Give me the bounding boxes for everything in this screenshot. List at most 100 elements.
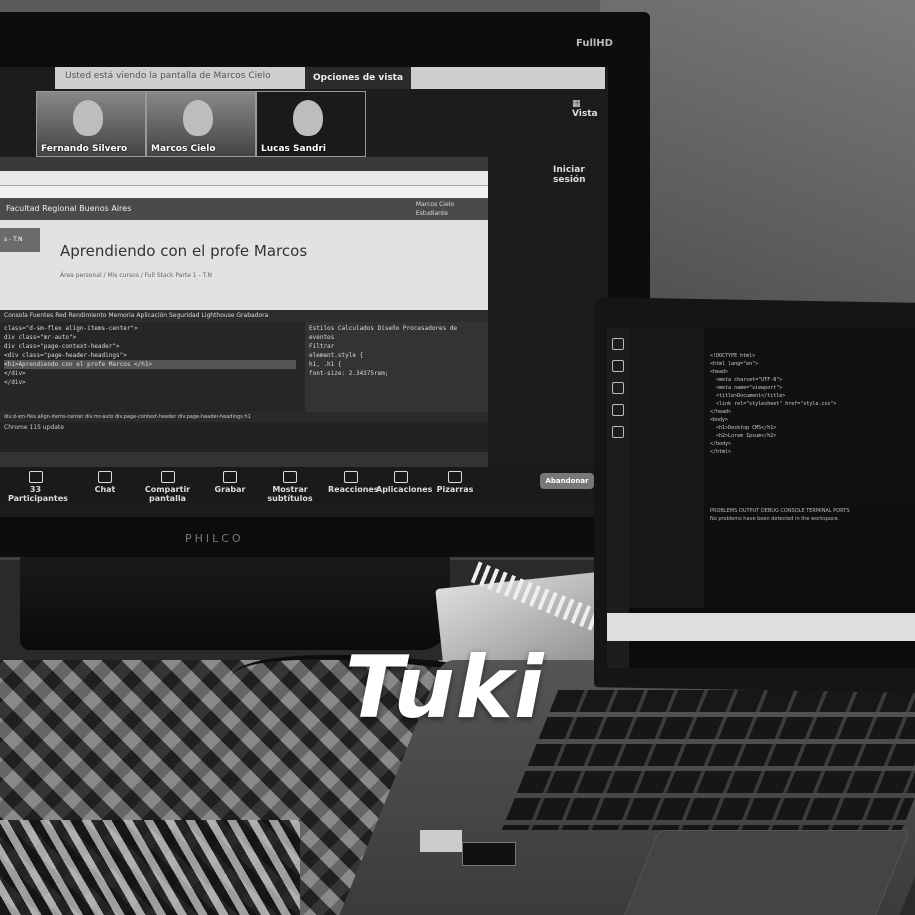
participant-name: Marcos Cielo xyxy=(151,144,216,154)
search-icon[interactable] xyxy=(612,360,624,372)
dom-line[interactable]: div class="mr-auto"> xyxy=(4,333,296,342)
site-name[interactable]: Facultad Regional Buenos Aires xyxy=(6,204,131,213)
shared-browser-window: Facultad Regional Buenos Aires Marcos Ci… xyxy=(0,157,488,457)
devtools-panel: class="d-sm-flex align-items-center"> di… xyxy=(0,322,488,412)
site-header: Facultad Regional Buenos Aires Marcos Ci… xyxy=(0,198,488,220)
whiteboards-button[interactable]: Pizarras xyxy=(435,471,475,494)
laptop-keyboard xyxy=(501,690,915,830)
monitor: FullHD Usted está viendo la pantalla de … xyxy=(0,12,650,557)
photo-scene: FullHD Usted está viendo la pantalla de … xyxy=(0,0,915,915)
terminal-panel[interactable]: PROBLEMS OUTPUT DEBUG CONSOLE TERMINAL P… xyxy=(704,503,915,608)
view-options-button[interactable]: Opciones de vista xyxy=(305,67,412,89)
remote-taskbar xyxy=(0,452,488,468)
participant-face xyxy=(73,100,103,136)
code-line: <meta charset="UTF-8"> xyxy=(710,377,783,383)
monitor-screen: Usted está viendo la pantalla de Marcos … xyxy=(0,67,608,517)
participant-tile[interactable]: Fernando Silvero xyxy=(36,91,146,157)
code-editor[interactable]: <!DOCTYPE html> <html lang="en"> <head> <m… xyxy=(704,328,915,528)
dom-line[interactable]: div class="page-context-header"> xyxy=(4,342,296,351)
browser-bookmarks-bar[interactable] xyxy=(0,186,488,198)
terminal-line: No problems have been detected in the wo… xyxy=(710,516,840,522)
laptop-sticker xyxy=(420,830,462,852)
user-name: Marcos Cielo xyxy=(415,201,454,208)
apps-label: Aplicaciones xyxy=(376,485,433,494)
explorer-icon[interactable] xyxy=(612,338,624,350)
share-banner-text: Usted está viendo la pantalla de Marcos … xyxy=(65,71,271,81)
participant-tile[interactable]: Marcos Cielo xyxy=(146,91,256,157)
participant-tile[interactable]: Lucas Sandri xyxy=(256,91,366,157)
patterned-cloth-corner xyxy=(0,820,300,915)
code-line: <title>Document</title> xyxy=(710,393,786,399)
breadcrumb[interactable]: Área personal / Mis cursos / Full Stack … xyxy=(60,272,212,279)
extensions-icon[interactable] xyxy=(612,426,624,438)
leave-meeting-button[interactable]: Abandonar xyxy=(540,473,594,489)
user-menu[interactable]: Marcos Cielo Estudiante xyxy=(416,200,454,218)
zoom-toolbar: 33 Participantes Chat Compartir pantalla… xyxy=(0,467,608,503)
participants-label: Participantes xyxy=(8,494,68,503)
console-label: Chrome 115 update xyxy=(4,424,64,431)
dom-breadcrumb[interactable]: div.d-sm-flex.align-items-center div.mr-… xyxy=(0,412,488,422)
dom-line[interactable]: class="d-sm-flex align-items-center"> xyxy=(4,324,296,333)
laptop-screen: <!DOCTYPE html> <html lang="en"> <head> <m… xyxy=(607,328,915,668)
dom-line-selected[interactable]: <h1>Aprendiendo con el profe Marcos </h1… xyxy=(4,360,296,369)
participant-face xyxy=(183,100,213,136)
browser-tab-bar[interactable] xyxy=(0,157,488,171)
view-button-label: Vista xyxy=(572,109,598,119)
participant-name: Fernando Silvero xyxy=(41,144,128,154)
reactions-button[interactable]: Reacciones xyxy=(328,471,379,494)
site-body: s - T.N Aprendiendo con el profe Marcos … xyxy=(0,220,488,310)
record-label: Grabar xyxy=(214,485,246,494)
dom-line[interactable]: <div class="page-header-headings"> xyxy=(4,351,296,360)
code-line: <h2>Lorem Ipsum</h2> xyxy=(710,433,777,439)
monitor-fullhd-badge: FullHD xyxy=(576,38,613,49)
whiteboard-icon xyxy=(448,471,462,483)
record-icon xyxy=(223,471,237,483)
terminal-tabs[interactable]: PROBLEMS OUTPUT DEBUG CONSOLE TERMINAL P… xyxy=(710,507,909,515)
chat-button[interactable]: Chat xyxy=(85,471,125,494)
element-style-rule: element.style { xyxy=(309,352,364,359)
record-button[interactable]: Grabar xyxy=(210,471,250,494)
chat-icon xyxy=(98,471,112,483)
participants-button[interactable]: 33 Participantes xyxy=(8,471,68,503)
styles-filter[interactable]: Filtrar xyxy=(309,342,484,351)
apps-button[interactable]: Aplicaciones xyxy=(376,471,432,494)
h1-rule: h1, .h1 { xyxy=(309,361,342,368)
run-debug-icon[interactable] xyxy=(612,404,624,416)
user-role: Estudiante xyxy=(415,210,448,217)
styles-tabs[interactable]: Estilos Calculados Diseño Procesadores d… xyxy=(309,324,484,342)
code-line: </html> xyxy=(710,449,732,455)
dom-tree[interactable]: class="d-sm-flex align-items-center"> di… xyxy=(0,322,300,412)
course-side-tab[interactable]: s - T.N xyxy=(0,228,40,252)
zoom-share-banner: Usted está viendo la pantalla de Marcos … xyxy=(55,67,605,89)
source-control-icon[interactable] xyxy=(612,382,624,394)
view-button[interactable]: ▦ Vista xyxy=(572,99,608,119)
captions-button[interactable]: Mostrar subtítulos xyxy=(255,471,325,503)
code-line: <html lang="en"> xyxy=(710,361,759,367)
chat-label: Chat xyxy=(94,485,116,494)
devtools-tabs[interactable]: Consola Fuentes Red Rendimiento Memoria … xyxy=(0,310,488,322)
share-screen-label: Compartir pantalla xyxy=(144,485,191,503)
laptop-trackpad xyxy=(621,830,911,915)
reactions-label: Reacciones xyxy=(328,485,379,494)
windows-taskbar[interactable] xyxy=(607,613,915,641)
whiteboards-label: Pizarras xyxy=(436,485,474,494)
dom-line[interactable]: </div> xyxy=(4,369,296,378)
participants-count: 33 xyxy=(29,485,42,494)
styles-pane: Estilos Calculados Diseño Procesadores d… xyxy=(305,322,488,412)
dom-line[interactable]: </div> xyxy=(4,378,296,387)
participant-tiles: Fernando Silvero Marcos Cielo Lucas Sand… xyxy=(36,91,366,157)
apps-icon xyxy=(394,471,408,483)
code-line: <!DOCTYPE html> xyxy=(710,353,756,359)
captions-label: Mostrar subtítulos xyxy=(267,485,313,503)
file-explorer[interactable] xyxy=(629,328,704,608)
h1-rule-prop: font-size: 2.34375rem; xyxy=(309,370,389,377)
participant-name: Lucas Sandri xyxy=(261,144,326,154)
share-screen-button[interactable]: Compartir pantalla xyxy=(130,471,205,503)
login-link[interactable]: Iniciar sesión xyxy=(553,165,608,185)
code-line: <meta name="viewport"> xyxy=(710,385,783,391)
code-line: </head> xyxy=(710,409,732,415)
browser-url-bar[interactable] xyxy=(0,171,488,186)
captions-icon xyxy=(283,471,297,483)
caption-text: Tuki xyxy=(345,638,545,738)
laptop-sticker-dark xyxy=(462,842,516,866)
